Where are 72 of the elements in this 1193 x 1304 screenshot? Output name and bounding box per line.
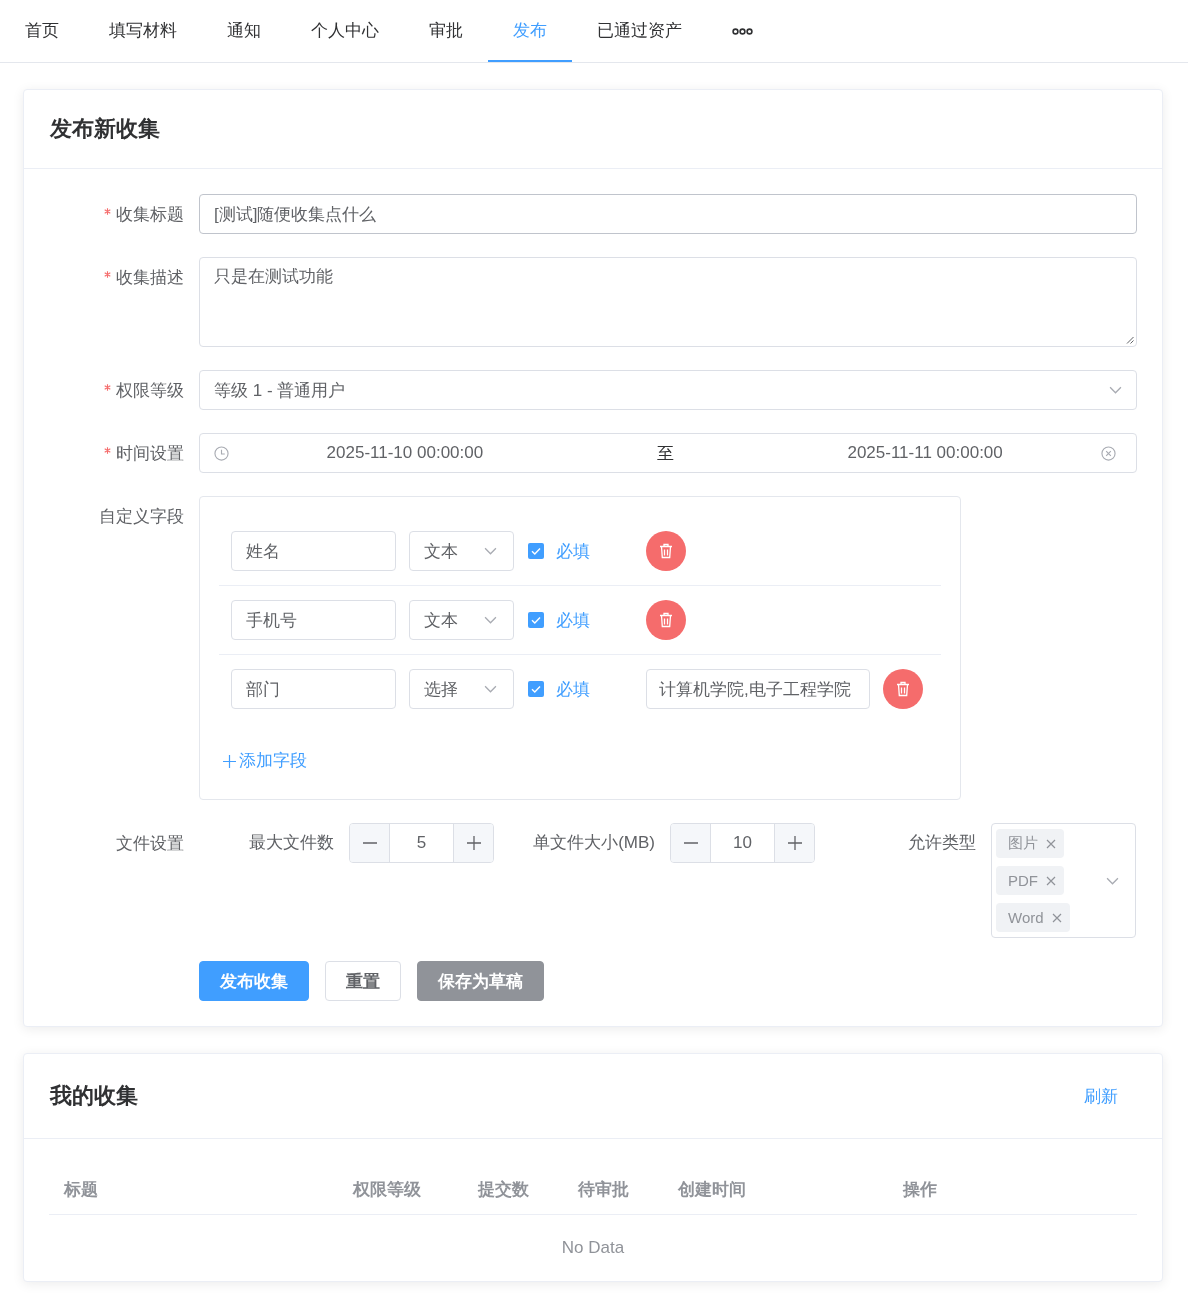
close-icon[interactable] — [1046, 875, 1056, 886]
tag-text: 图片 — [1008, 834, 1038, 853]
close-icon[interactable] — [1051, 912, 1062, 923]
field-type-select[interactable]: 文本 — [409, 531, 514, 571]
clear-icon[interactable] — [1101, 445, 1116, 461]
column-header: 权限等级 — [351, 1178, 422, 1201]
more-icon[interactable] — [732, 27, 753, 35]
column-header: 待审批 — [577, 1178, 630, 1201]
increment-button[interactable] — [774, 824, 814, 862]
field-label: 收集标题 — [116, 203, 184, 226]
number-value: 5 — [415, 832, 428, 854]
end-date-text[interactable]: 2025-11-11 00:00:00 — [749, 443, 1101, 463]
checkbox[interactable] — [528, 681, 544, 697]
action-button[interactable]: 重置 — [325, 961, 401, 1001]
nav-tab[interactable]: 审批 — [404, 0, 488, 62]
field-label: 时间设置 — [116, 442, 184, 465]
delete-button[interactable] — [646, 531, 686, 571]
checkbox[interactable] — [528, 612, 544, 628]
plus-icon — [223, 754, 236, 768]
chevron-down-icon — [484, 616, 497, 624]
field-name-input[interactable]: 手机号 — [231, 600, 396, 640]
range-separator: 至 — [655, 442, 675, 465]
number-input[interactable]: 5 — [349, 823, 494, 863]
clock-icon — [214, 445, 229, 461]
field-type-select[interactable]: 文本 — [409, 600, 514, 640]
level-select[interactable]: 等级 1 - 普通用户 — [199, 370, 1137, 410]
nav-tab[interactable]: 个人中心 — [286, 0, 404, 62]
number-value: 10 — [732, 832, 753, 854]
plus-icon — [787, 836, 802, 850]
chevron-down-icon — [1109, 386, 1122, 394]
column-header: 操作 — [901, 1178, 938, 1201]
date-range-picker[interactable]: 2025-11-10 00:00:00 至 2025-11-11 00:00:00 — [199, 433, 1137, 473]
delete-button[interactable] — [646, 600, 686, 640]
title-input[interactable]: [测试]随便收集点什么 — [199, 194, 1137, 234]
chevron-down-icon — [484, 685, 497, 693]
checkbox[interactable] — [528, 543, 544, 559]
trash-icon — [659, 612, 673, 628]
field-label: 收集描述 — [116, 266, 184, 289]
column-header: 创建时间 — [677, 1178, 747, 1201]
options-input[interactable]: 计算机学院,电子工程学院 — [646, 669, 870, 709]
resize-handle-icon[interactable] — [1126, 336, 1134, 344]
field-label: 自定义字段 — [99, 505, 184, 528]
setting-label: 单文件大小(MB) — [532, 832, 656, 854]
number-input[interactable]: 10 — [670, 823, 815, 863]
tag-text: PDF — [1008, 872, 1038, 889]
field-name-input[interactable]: 姓名 — [231, 531, 396, 571]
empty-text: No Data — [561, 1238, 625, 1258]
card-title: 我的收集 — [50, 1082, 138, 1110]
column-header: 提交数 — [476, 1178, 530, 1201]
card-title: 发布新收集 — [50, 115, 160, 143]
field-type-select[interactable]: 选择 — [409, 669, 514, 709]
nav-tab[interactable]: 已通过资产 — [572, 0, 707, 62]
plus-icon — [466, 836, 481, 850]
nav-tab[interactable]: 填写材料 — [84, 0, 202, 62]
field-label: 文件设置 — [116, 832, 184, 855]
trash-icon — [659, 543, 673, 559]
start-date-text[interactable]: 2025-11-10 00:00:00 — [229, 443, 581, 463]
field-name-input[interactable]: 部门 — [231, 669, 396, 709]
column-header: 标题 — [62, 1178, 99, 1201]
tag-text: Word — [1008, 909, 1044, 926]
nav-tab[interactable]: 首页 — [0, 0, 84, 62]
chevron-down-icon — [1106, 876, 1119, 885]
delete-button[interactable] — [883, 669, 923, 709]
trash-icon — [896, 681, 910, 697]
chevron-down-icon — [484, 547, 497, 555]
description-textarea[interactable]: 只是在测试功能 — [199, 257, 1137, 347]
increment-button[interactable] — [453, 824, 493, 862]
setting-label: 允许类型 — [907, 832, 977, 854]
close-icon[interactable] — [1046, 838, 1056, 849]
nav-tab[interactable]: 通知 — [202, 0, 286, 62]
setting-label: 最大文件数 — [248, 832, 335, 854]
field-label: 权限等级 — [116, 379, 184, 402]
